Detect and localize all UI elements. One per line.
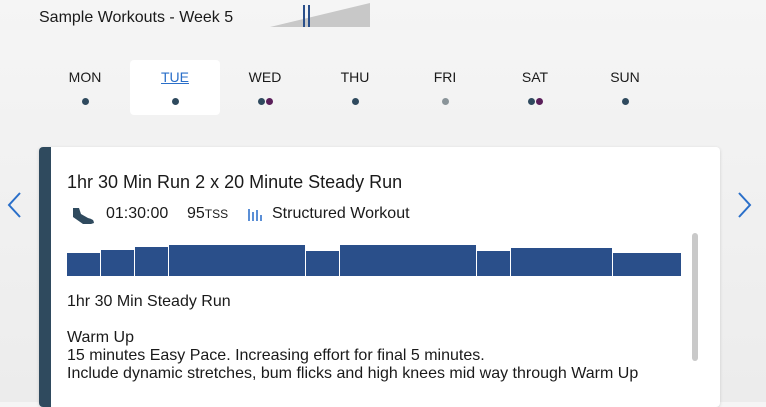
interval-block bbox=[67, 253, 100, 276]
workout-dot bbox=[535, 98, 543, 105]
workout-card[interactable]: 1hr 30 Min Run 2 x 20 Minute Steady Run … bbox=[39, 147, 720, 407]
workout-type: Structured Workout bbox=[272, 205, 410, 222]
warmup-heading: Warm Up bbox=[67, 329, 134, 346]
card-accent-bar bbox=[39, 147, 51, 407]
day-label: FRI bbox=[433, 69, 457, 85]
day-label: SUN bbox=[610, 69, 640, 85]
day-tab-mon[interactable]: MON bbox=[40, 60, 130, 115]
day-label: THU bbox=[340, 69, 370, 85]
workout-tss: 95TSS bbox=[187, 205, 228, 223]
workout-duration: 01:30:00 bbox=[106, 205, 169, 222]
workout-dot bbox=[265, 98, 273, 105]
workout-dots bbox=[400, 98, 490, 105]
day-tab-sun[interactable]: SUN bbox=[580, 60, 670, 115]
workout-dot bbox=[621, 98, 629, 105]
workout-dots bbox=[310, 98, 400, 105]
day-tab-thu[interactable]: THU bbox=[310, 60, 400, 115]
running-shoe-icon bbox=[73, 208, 94, 224]
day-tab-tue[interactable]: TUE bbox=[130, 60, 220, 115]
interval-block bbox=[101, 250, 134, 276]
day-label: TUE bbox=[161, 69, 189, 85]
workout-dot bbox=[81, 98, 89, 105]
day-label: MON bbox=[68, 69, 102, 85]
workout-dot bbox=[441, 98, 449, 105]
interval-block bbox=[613, 253, 681, 276]
workout-dots bbox=[220, 98, 310, 105]
warmup-line: 15 minutes Easy Pace. Increasing effort … bbox=[67, 347, 485, 364]
workout-description: 1hr 30 Min Steady Run Warm Up 15 minutes… bbox=[67, 293, 638, 383]
interval-block bbox=[135, 247, 168, 276]
workout-title: 1hr 30 Min Run 2 x 20 Minute Steady Run bbox=[67, 172, 403, 192]
chevron-left-icon[interactable] bbox=[5, 190, 25, 220]
workout-dot bbox=[351, 98, 359, 105]
interval-block bbox=[477, 251, 510, 276]
workout-dot bbox=[257, 98, 265, 105]
workout-dot bbox=[171, 98, 179, 105]
day-label: WED bbox=[248, 69, 282, 85]
scrollbar[interactable] bbox=[689, 231, 701, 401]
interval-block bbox=[306, 251, 339, 276]
interval-block bbox=[169, 245, 305, 276]
day-label: SAT bbox=[521, 69, 549, 85]
page-title: Sample Workouts - Week 5 bbox=[39, 9, 234, 26]
tss-unit: TSS bbox=[204, 207, 229, 221]
workout-structure-chart bbox=[67, 245, 681, 276]
day-tab-wed[interactable]: WED bbox=[220, 60, 310, 115]
scrollbar-thumb[interactable] bbox=[692, 233, 698, 361]
workout-dots bbox=[130, 98, 220, 105]
workout-dots bbox=[490, 98, 580, 105]
warmup-line: Include dynamic stretches, bum flicks an… bbox=[67, 365, 639, 382]
tss-value: 95 bbox=[187, 205, 205, 222]
intensity-ramp-icon bbox=[270, 3, 370, 27]
day-tab-fri[interactable]: FRI bbox=[400, 60, 490, 115]
chevron-right-icon[interactable] bbox=[734, 190, 754, 220]
interval-block bbox=[340, 245, 476, 276]
bar-chart-icon bbox=[248, 209, 262, 221]
day-tab-sat[interactable]: SAT bbox=[490, 60, 580, 115]
description-title: 1hr 30 Min Steady Run bbox=[67, 293, 231, 310]
interval-block bbox=[511, 248, 612, 276]
workout-dots bbox=[40, 98, 130, 105]
workout-dots bbox=[580, 98, 670, 105]
day-tabs: MON TUE WED THU FRI SAT SUN bbox=[40, 60, 720, 115]
workout-dot bbox=[527, 98, 535, 105]
